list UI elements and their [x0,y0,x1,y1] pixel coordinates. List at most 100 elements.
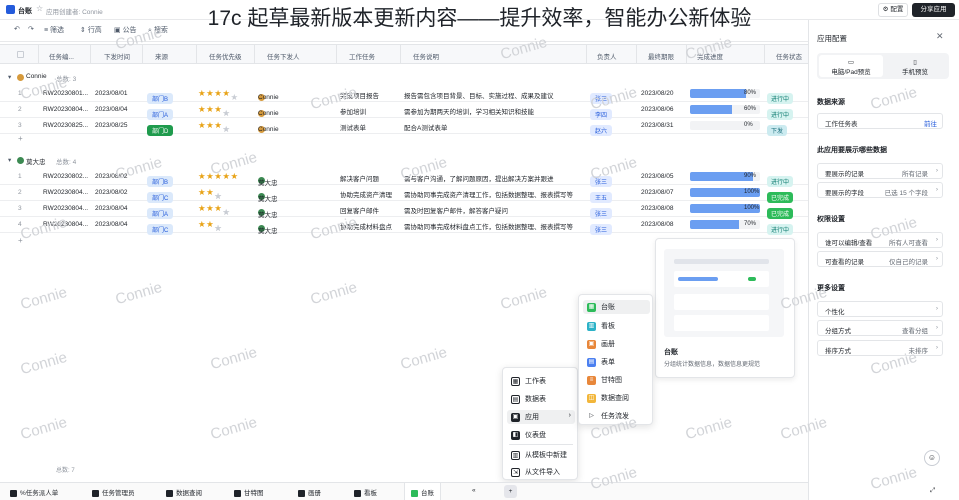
issue-date-cell[interactable]: 2023/08/04 [95,106,128,113]
personal-setting[interactable]: 个性化 › [817,301,943,317]
view-permission-setting[interactable]: 可查看的记录 仅自己的记录 › [817,251,943,267]
assistant-icon[interactable]: ☺ [924,450,940,466]
issue-date-cell[interactable]: 2023/08/01 [95,90,128,97]
issue-date-cell[interactable]: 2023/08/25 [95,122,128,129]
work-task-cell[interactable]: 协助完成材料盘点 [340,221,392,231]
deadline-cell[interactable]: 2023/08/31 [641,122,674,129]
group-header[interactable]: ▾ 莫大忠 总数: 4 [0,153,808,169]
menu-item-app[interactable]: ▣ 应用 › [507,410,575,424]
menu-item-from-template[interactable]: ▥ 从模板中新建 [511,450,567,460]
priority-stars[interactable]: ★★★★★ [198,120,230,134]
sheet-tab[interactable]: 任务管理员 [92,487,135,497]
submenu-item-task-flow[interactable]: ▷ 任务流发 [587,411,629,421]
menu-item-import-file[interactable]: ⇲ 从文件导入 [511,467,560,477]
submenu-item-kanban[interactable]: ▥ 看板 [587,321,615,331]
menu-item-worksheet[interactable]: ▦ 工作表 [511,376,546,386]
sheet-tab[interactable]: 数据查阅 [166,487,202,497]
goto-link[interactable]: 前往 [924,118,937,128]
sheet-tab[interactable]: 甘特图 [234,487,264,497]
column-header[interactable]: 下发时间 [104,51,130,61]
data-source-item[interactable]: 工作任务表 前往 [817,113,943,129]
sheet-tab[interactable]: 画册 [298,487,321,497]
menu-item-datatable[interactable]: ▤ 数据表 [511,394,546,404]
submenu-item-ledger[interactable]: ▦ 台账 [583,300,650,314]
task-desc-cell[interactable]: 需及时回复客户邮件，解答客户疑问 [404,205,508,215]
records-setting[interactable]: 要展示的记录 所有记录 › [817,163,943,179]
column-header[interactable]: 来源 [155,51,168,61]
expand-icon[interactable]: ⤢ [930,487,935,495]
close-icon[interactable]: ✕ [936,31,944,42]
submenu-item-form[interactable]: ▤ 表单 [587,357,615,367]
menu-item-dashboard[interactable]: ◧ 仪表盘 [511,430,546,440]
deadline-cell[interactable]: 2023/08/05 [641,173,674,180]
tab-pc-preview[interactable]: ▭ 电脑/Pad预览 [819,55,883,77]
sheet-tab[interactable]: 看板 [354,487,377,497]
fields-setting[interactable]: 要展示的字段 已选 15 个字段 › [817,182,943,198]
work-task-cell[interactable]: 参加培训 [340,106,366,116]
issue-date-cell[interactable]: 2023/08/02 [95,189,128,196]
group-header[interactable]: ▾ Connie 总数: 3 [0,70,808,86]
column-header[interactable]: 任务状态 [776,51,802,61]
priority-stars[interactable]: ★★★★★ [198,104,230,118]
task-desc-cell[interactable]: 需协助同事完成资产清理工作，包括数据整理、报表撰写等 [404,189,573,199]
task-id-cell[interactable]: RW20230804... [43,106,88,113]
task-id-cell[interactable]: RW20230801... [43,90,88,97]
table-row[interactable]: 2 RW20230804... 2023/08/04 部门A ★★★ ★ ★ Connie 参加… [0,102,808,120]
deadline-cell[interactable]: 2023/08/08 [641,205,674,212]
sort-setting[interactable]: 排序方式 未排序 › [817,340,943,356]
task-desc-cell[interactable]: 配合A测试表单 [404,122,447,132]
table-row[interactable]: 1 RW20230802... 2023/08/02 部门B ★★★★★ 莫大忠 解决客户问… [0,169,808,187]
task-id-cell[interactable]: RW20230804... [43,189,88,196]
column-header[interactable]: 工作任务 [349,51,375,61]
task-id-cell[interactable]: RW20230802... [43,173,88,180]
table-row[interactable]: 1 RW20230801... 2023/08/01 部门B ★★★★ ★ Connie 完成… [0,86,808,104]
table-row[interactable]: 2 RW20230804... 2023/08/02 部门C ★★ ★ ★ ★ 莫大忠 协助完成资… [0,185,808,203]
table-row[interactable]: 3 RW20230825... 2023/08/25 部门D ★★★ ★ ★ Connie 测试… [0,118,808,136]
column-header[interactable]: 任务下发人 [267,51,300,61]
deadline-cell[interactable]: 2023/08/20 [641,90,674,97]
add-sheet-button[interactable]: + [504,485,517,498]
select-all-checkbox[interactable] [17,51,24,58]
work-task-cell[interactable]: 协助完成资产清理 [340,189,392,199]
task-desc-cell[interactable]: 报告需包含项目背景、目标、实施过程、成果及建议 [404,90,554,100]
priority-stars[interactable]: ★★★★★ [198,187,222,201]
sheet-tab[interactable]: %任务派人单 [10,487,58,497]
issue-date-cell[interactable]: 2023/08/04 [95,205,128,212]
task-id-cell[interactable]: RW20230825... [43,122,88,129]
submenu-item-gallery[interactable]: ▣ 画册 [587,339,615,349]
task-desc-cell[interactable]: 需参加为期两天的培训，学习相关知识和技能 [404,106,534,116]
tab-mobile-preview[interactable]: ▯ 手机预览 [883,55,947,77]
issue-date-cell[interactable]: 2023/08/02 [95,173,128,180]
column-header[interactable]: 完成进度 [697,51,723,61]
chevron-down-icon[interactable]: ▾ [8,73,11,81]
edit-permission-setting[interactable]: 谁可以编辑/查看 所有人可查看 › [817,232,943,248]
submenu-item-gantt[interactable]: ≡ 甘特图 [587,375,622,385]
sheet-tab-active[interactable]: 台账 [404,483,441,500]
column-header[interactable]: 负责人 [597,51,617,61]
priority-stars[interactable]: ★★★★★ [198,203,230,217]
deadline-cell[interactable]: 2023/08/06 [641,106,674,113]
table-row[interactable]: 3 RW20230804... 2023/08/04 部门A ★★★ ★ ★ 莫大忠 回复客户邮… [0,201,808,219]
work-task-cell[interactable]: 解决客户问题 [340,173,379,183]
work-task-cell[interactable]: 测试表单 [340,122,366,132]
task-desc-cell[interactable]: 需与客户沟通，了解问题原因，提出解决方案并跟进 [404,173,554,183]
task-desc-cell[interactable]: 需协助同事完成材料盘点工作，包括数据整理、报表撰写等 [404,221,573,231]
column-header[interactable]: 任务说明 [413,51,439,61]
priority-stars[interactable]: ★★★★★ [198,219,222,233]
deadline-cell[interactable]: 2023/08/07 [641,189,674,196]
task-id-cell[interactable]: RW20230804... [43,221,88,228]
task-id-cell[interactable]: RW20230804... [43,205,88,212]
add-row-button[interactable]: + [18,134,23,143]
column-header[interactable]: 最终期限 [648,51,674,61]
work-task-cell[interactable]: 完成项目报告 [340,90,379,100]
column-header[interactable]: 任务编... [49,51,74,61]
chevron-down-icon[interactable]: ▾ [8,156,11,164]
deadline-cell[interactable]: 2023/08/08 [641,221,674,228]
issue-date-cell[interactable]: 2023/08/04 [95,221,128,228]
work-task-cell[interactable]: 回复客户邮件 [340,205,379,215]
add-row-button[interactable]: + [18,236,23,245]
column-header[interactable]: 任务优先级 [209,51,242,61]
submenu-item-data-lookup[interactable]: ◫ 数据查阅 [587,393,629,403]
scroll-tabs-icon[interactable]: « [472,487,476,494]
priority-stars[interactable]: ★★★★★ [198,171,239,182]
